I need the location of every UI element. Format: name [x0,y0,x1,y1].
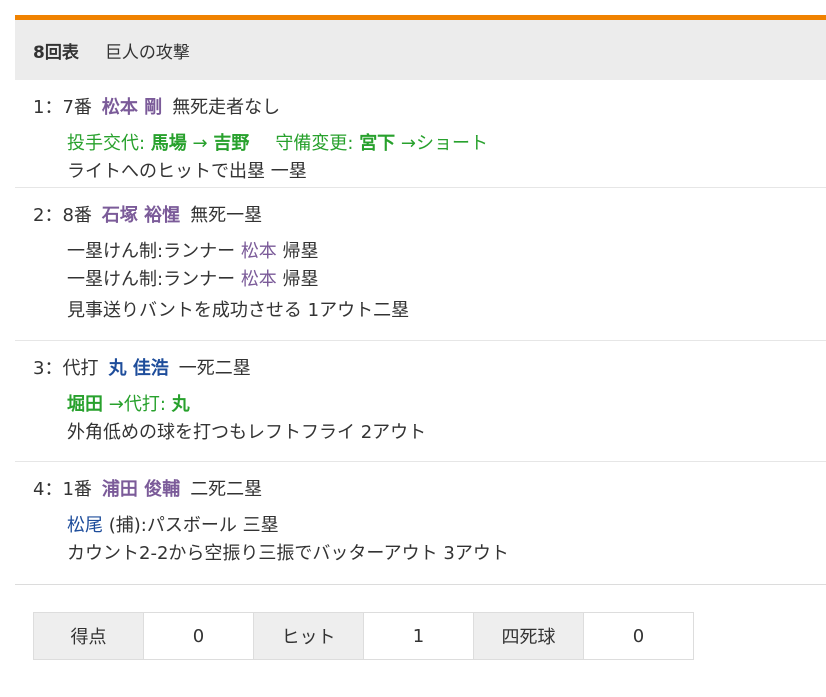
batting-order: 7番 [62,97,92,118]
pickoff-event: 一塁けん制:ランナー 松本 帰塁 [67,241,319,263]
stats-row: 得点 0 ヒット 1 四死球 0 [33,612,694,660]
pitcher-out: 馬場 [150,133,187,154]
walks-label: 四死球 [473,612,584,660]
batter-name[interactable]: 松本 剛 [102,97,162,118]
runner-situation: 二死二塁 [190,479,263,500]
catcher-name[interactable]: 松尾 [67,515,103,536]
batting-order: 代打 [62,358,99,379]
runs-value: 0 [143,612,254,660]
play-summary: 3：代打丸 佳浩 一死二塁 [33,358,251,380]
defense-change-position: →ショート [400,133,489,154]
play-by-play-panel: 8回表 巨人の攻撃 1：7番 松本 剛無死走者なし 投手交代: 馬場 → 吉野 守備… [15,15,826,585]
defense-change-label: 守備変更: [275,133,354,154]
batting-order: 8番 [62,205,92,226]
play-number: 3： [33,358,63,379]
pinch-hitter-label: →代打: [108,394,166,415]
play-result: 外角低めの球を打つもレフトフライ 2アウト [67,422,427,443]
defense-change-player: 宮下 [359,133,396,154]
batter-name[interactable]: 浦田 俊輔 [102,479,180,500]
hits-value: 1 [363,612,474,660]
batting-order: 1番 [62,479,92,500]
batter-name[interactable]: 石塚 裕惺 [102,205,180,226]
replaced-player: 堀田 [67,394,103,415]
attacking-team-label: 巨人の攻撃 [104,42,190,63]
play-summary: 4：1番 浦田 俊輔 二死二塁 [33,479,262,501]
play-result: カウント2-2から空振り三振でバッターアウト 3アウト [67,543,509,564]
substitution-line: 投手交代: 馬場 → 吉野 守備変更: 宮下 →ショート [67,133,488,155]
play-item: 1：7番 松本 剛無死走者なし 投手交代: 馬場 → 吉野 守備変更: 宮下 →ショ… [15,80,826,188]
pinch-hitter-name: 丸 [171,394,190,415]
pitcher-change-label: 投手交代: [67,133,146,154]
play-number: 1： [33,97,63,118]
play-result: ライトへのヒットで出塁 一塁 [67,161,307,182]
batter-name[interactable]: 丸 佳浩 [108,358,168,379]
pickoff-outcome: 帰塁 [282,241,319,262]
pickoff-event: 一塁けん制:ランナー 松本 帰塁 [67,269,319,291]
inning-stats-table: 得点 0 ヒット 1 四死球 0 [33,612,694,660]
runs-label: 得点 [33,612,144,660]
play-number: 2： [33,205,63,226]
pickoff-text: 一塁けん制:ランナー [67,269,236,290]
runner-situation: 無死一塁 [190,205,263,226]
hits-label: ヒット [253,612,364,660]
pickoff-outcome: 帰塁 [282,269,319,290]
play-summary: 1：7番 松本 剛無死走者なし [33,97,280,119]
runner-name[interactable]: 松本 [241,269,277,290]
walks-value: 0 [583,612,694,660]
pitcher-in: 吉野 [213,133,250,154]
pickoff-text: 一塁けん制:ランナー [67,241,236,262]
runner-situation: 無死走者なし [172,97,281,118]
passed-ball-text: (捕):パスボール 三塁 [108,515,279,536]
runner-situation: 一死二塁 [178,358,251,379]
play-item: 2：8番 石塚 裕惺 無死一塁 一塁けん制:ランナー 松本 帰塁 一塁けん制:ランナ… [15,188,826,341]
play-item: 3：代打丸 佳浩 一死二塁 堀田 →代打: 丸 外角低めの球を打つもレフトフライ … [15,341,826,462]
inning-label: 8回表 [33,42,79,63]
play-summary: 2：8番 石塚 裕惺 無死一塁 [33,205,262,227]
passed-ball-event: 松尾 (捕):パスボール 三塁 [67,515,279,537]
runner-name[interactable]: 松本 [241,241,277,262]
arrow-icon: → [192,133,208,154]
play-item: 4：1番 浦田 俊輔 二死二塁 松尾 (捕):パスボール 三塁 カウント2-2から空… [15,462,826,585]
inning-header: 8回表 巨人の攻撃 [15,20,826,80]
play-number: 4： [33,479,63,500]
play-result: 見事送りバントを成功させる 1アウト二塁 [67,300,410,321]
pinch-hitter-line: 堀田 →代打: 丸 [67,394,190,416]
